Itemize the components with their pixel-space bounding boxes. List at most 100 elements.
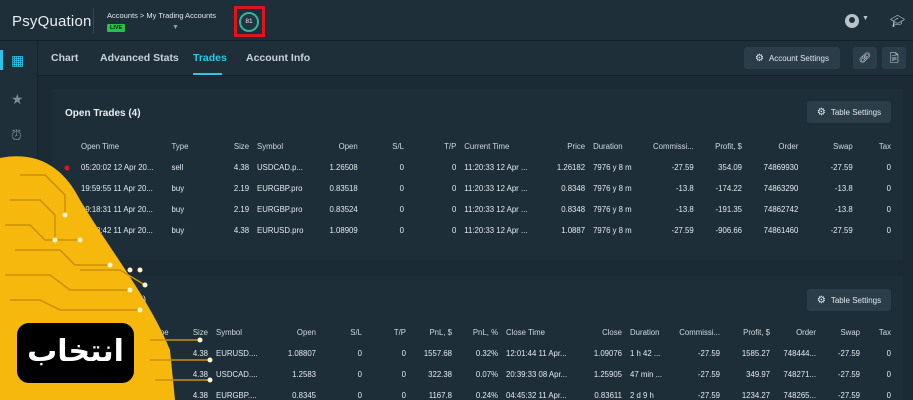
table-cell: 4.38 — [233, 163, 250, 172]
chevron-down-icon[interactable]: ▼ — [862, 15, 869, 22]
column-header[interactable]: Symbol — [253, 135, 315, 157]
table-cell: -906.66 — [715, 226, 742, 235]
column-header[interactable]: Close Time — [502, 321, 582, 343]
table-cell: 349.97 — [746, 370, 770, 379]
table-settings-label: Table Settings — [830, 107, 882, 117]
table-row[interactable]: 05:20:02 12 Apr 20... sell 4.38 USDCAD.p...… — [77, 157, 895, 178]
table-row[interactable]: sale 4.38 USDCAD.... 1.2583 0 0 322.38 0.07% 20:… — [152, 364, 895, 385]
open-trades-table: Open Time Type Size Symbol Open S/L T/P Current… — [77, 135, 895, 241]
table-cell: 1.08909 — [329, 226, 358, 235]
table-cell: 11:20:33 12 Apr ... — [464, 163, 528, 172]
table-cell: -174.22 — [715, 184, 742, 193]
tab-chart[interactable]: Chart — [51, 52, 78, 64]
table-cell: 18:18:42 11 Apr 20... — [81, 226, 153, 235]
table-cell: 4.38 — [192, 349, 208, 358]
table-cell: 20:39:33 08 Apr... — [506, 370, 568, 379]
column-header[interactable]: Close — [582, 321, 626, 343]
column-header[interactable]: Swap — [820, 321, 864, 343]
table-cell: 1.25905 — [593, 370, 622, 379]
column-header[interactable]: Tax — [864, 321, 895, 343]
table-row[interactable]: buy 4.38 EURUSD.... 1.08807 0 0 1557.68 0.32% 12… — [152, 343, 895, 364]
table-cell: 74869930 — [763, 163, 799, 172]
table-row[interactable]: 19:18:31 11 Apr 20... buy 2.19 EURGBP.pro 0.… — [77, 199, 895, 220]
column-header[interactable]: S/L — [320, 321, 366, 343]
table-cell: buy — [156, 349, 169, 358]
export-button[interactable]: 📄︎ — [882, 47, 906, 69]
table-cell: -27.59 — [830, 226, 853, 235]
table-cell: 0 — [357, 391, 362, 400]
column-header[interactable]: Swap — [802, 135, 856, 157]
open-trades-title: Open Trades (4) — [65, 108, 141, 119]
column-header[interactable]: Size — [223, 135, 253, 157]
table-cell: 0.32% — [475, 349, 498, 358]
table-cell: 0 — [401, 349, 406, 358]
gear-icon: ⚙ — [816, 294, 826, 306]
column-header[interactable]: Order — [746, 135, 802, 157]
divider — [93, 8, 94, 34]
live-badge: LIVE — [107, 24, 126, 32]
tab-account-info[interactable]: Account Info — [246, 52, 310, 64]
alarm-clock-icon[interactable]: ⏰︎ — [11, 127, 22, 144]
table-cell: 4.38 — [233, 226, 250, 235]
column-header[interactable]: Size — [182, 321, 212, 343]
account-settings-button[interactable]: ⚙ Account Settings — [744, 47, 840, 69]
breadcrumb[interactable]: Accounts > My Trading Accounts — [107, 11, 216, 20]
chevron-down-icon[interactable]: ▼ — [172, 24, 179, 31]
table-row[interactable]: 19:59:55 11 Apr 20... buy 2.19 EURGBP.pro 0.… — [77, 178, 895, 199]
tab-trades[interactable]: Trades — [193, 52, 227, 64]
column-header[interactable]: Profit, $ — [724, 321, 774, 343]
closed-trades-table: ype Size Symbol Open S/L T/P PnL, $ PnL, % Close… — [152, 321, 895, 400]
table-cell: 0 — [886, 349, 891, 358]
app-logo[interactable]: PsyQuation — [12, 13, 92, 30]
column-header[interactable]: Open — [272, 321, 320, 343]
column-header[interactable]: Price — [539, 135, 589, 157]
table-cell: buy — [156, 391, 169, 400]
table-cell: 1.26182 — [556, 163, 586, 172]
tab-advanced-stats[interactable]: Advanced Stats — [100, 52, 179, 64]
column-header[interactable]: ype — [152, 321, 182, 343]
sidebar-active-indicator — [0, 50, 3, 70]
link-button[interactable]: 🔗︎ — [853, 47, 877, 69]
tab-bar: Chart Advanced Stats Trades Account Info… — [38, 41, 913, 76]
stars-icon[interactable]: ★ — [11, 91, 24, 108]
column-header[interactable]: Duration — [589, 135, 645, 157]
column-header[interactable]: T/P — [408, 135, 460, 157]
column-header[interactable]: Commissi... — [672, 321, 724, 343]
table-cell: -27.59 — [830, 163, 853, 172]
column-header[interactable]: Open Time — [77, 135, 168, 157]
column-header[interactable]: Symbol — [212, 321, 272, 343]
table-cell: 354.09 — [718, 163, 742, 172]
table-cell: 47 min ... — [630, 370, 663, 379]
table-cell: sell — [171, 163, 184, 172]
table-row[interactable]: buy 4.38 EURGBP.... 0.8345 0 0 1167.8 0.24% 04:4… — [152, 385, 895, 400]
column-header[interactable]: Profit, $ — [698, 135, 746, 157]
column-header[interactable]: PnL, $ — [410, 321, 456, 343]
column-header[interactable]: Current Time — [460, 135, 538, 157]
column-header[interactable]: PnL, % — [456, 321, 502, 343]
table-settings-button[interactable]: ⚙ Table Settings — [807, 289, 891, 311]
column-header[interactable]: Type — [168, 135, 223, 157]
dashboard-icon[interactable]: ▦ — [11, 52, 24, 69]
graduation-cap-icon[interactable]: 🎓︎ — [890, 14, 905, 28]
column-header[interactable]: Open — [315, 135, 361, 157]
column-header[interactable]: Duration — [626, 321, 672, 343]
column-header[interactable]: Commissi... — [645, 135, 697, 157]
column-header[interactable]: Order — [774, 321, 820, 343]
column-header[interactable]: Tax — [857, 135, 895, 157]
table-cell: 1.2583 — [292, 370, 316, 379]
table-settings-button[interactable]: ⚙ Table Settings — [807, 101, 891, 123]
table-cell: 0 — [886, 184, 891, 193]
table-row[interactable]: 18:18:42 11 Apr 20... buy 4.38 EURUSD.pro 1.… — [77, 220, 895, 241]
column-header[interactable]: T/P — [366, 321, 410, 343]
table-cell: 1.09076 — [593, 349, 622, 358]
table-cell: -27.59 — [697, 349, 720, 358]
column-header[interactable]: S/L — [362, 135, 408, 157]
table-cell: 0.83611 — [594, 391, 622, 400]
closed-trades-panel: (2738) ⚙ Table Settings ype Size Symbol Ope… — [52, 276, 903, 400]
table-cell: 7976 y 8 m — [593, 163, 632, 172]
table-cell: 0 — [401, 391, 406, 400]
user-icon[interactable] — [845, 14, 859, 28]
table-settings-label: Table Settings — [830, 295, 882, 305]
notification-badge[interactable]: 81 — [239, 12, 259, 32]
table-cell: 0 — [886, 205, 891, 214]
